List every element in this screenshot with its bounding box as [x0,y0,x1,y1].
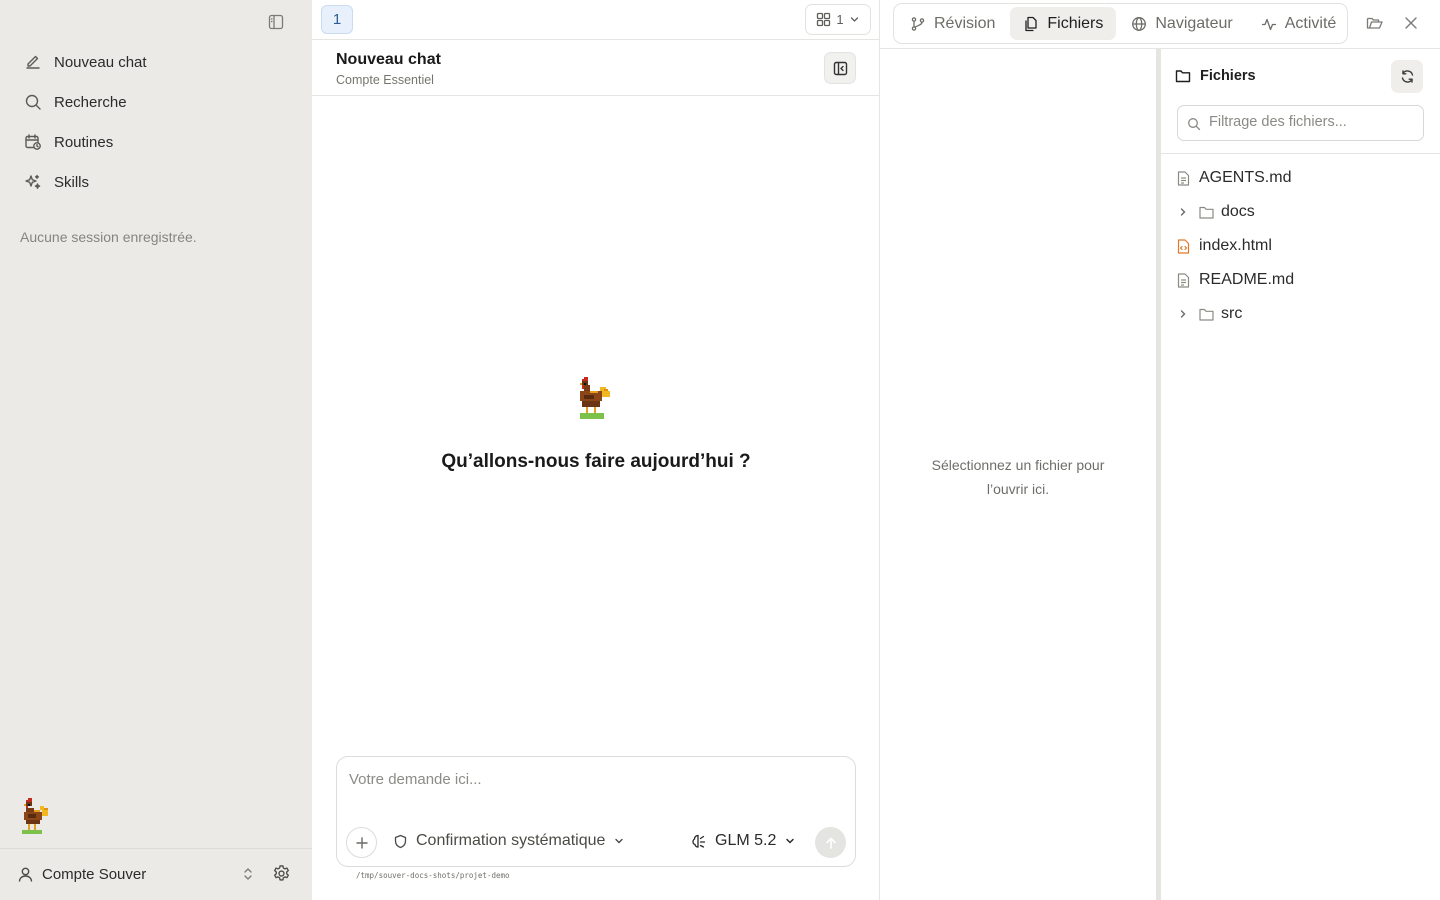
files-panel: Fichiers Filtrage des fichiers... AGENTS… [1161,48,1440,900]
chat-panel: 1 1 Nouveau chat Compte Essentiel Qu’all… [312,0,880,900]
refresh-icon [1400,69,1415,84]
file-tree: AGENTS.md docs index.html README.md src [1161,161,1440,331]
tree-item-name: AGENTS.md [1199,169,1292,186]
empty-sessions-text: Aucune session enregistrée. [20,229,197,245]
file-code-icon [1177,238,1191,254]
nav-skills[interactable]: Skills [12,162,300,202]
app-window: Nouveau chat Recherche Routines Skills A… [0,0,1440,900]
welcome-heading: Qu’allons-nous faire aujourd’hui ? [441,451,751,472]
tree-item-name: docs [1221,203,1255,220]
files-icon [1023,16,1039,32]
panel-toggle-button[interactable] [824,52,856,84]
account-name: Compte Souver [42,866,147,883]
send-button[interactable] [815,827,846,858]
model-label: GLM 5.2 [715,832,777,849]
folder-open-icon[interactable] [1366,14,1384,32]
account-switcher[interactable]: Compte Souver [0,866,232,883]
tab-revision[interactable]: Révision [897,7,1008,40]
tree-item-name: index.html [1199,237,1272,254]
folder-icon [1199,308,1214,321]
chat-title: Nouveau chat [336,51,441,68]
tab-label: Navigateur [1155,14,1233,32]
search-icon [24,93,42,111]
chevron-down-icon [849,14,860,25]
nav-label: Skills [54,173,90,191]
chat-tab-badge[interactable]: 1 [321,5,353,34]
file-text-icon [1177,272,1191,288]
chevron-down-icon [613,835,625,847]
chevron-down-icon [784,835,796,847]
tree-item-folder[interactable]: docs [1161,195,1440,229]
nav-label: Recherche [54,93,127,111]
nav-routines[interactable]: Routines [12,122,300,162]
arrow-up-icon [824,836,838,850]
tree-item-name: README.md [1199,271,1295,288]
grid-icon [816,12,831,27]
nav-search[interactable]: Recherche [12,82,300,122]
nav-new-chat[interactable]: Nouveau chat [12,42,300,82]
sidebar-footer: Compte Souver [0,848,312,900]
files-header: Fichiers [1175,68,1256,84]
model-brain-icon [691,833,707,849]
tab-activity[interactable]: Activité [1248,7,1350,40]
tree-item-name: src [1221,305,1243,322]
close-icon[interactable] [1403,15,1419,31]
chat-header: Nouveau chat Compte Essentiel [312,40,880,96]
files-divider [1161,153,1440,154]
shield-icon [393,834,408,849]
layout-grid-selector[interactable]: 1 [805,4,871,35]
search-icon [1187,117,1201,131]
workspace-path: /tmp/souver-docs-shots/projet-demo [356,871,510,880]
pencil-icon [24,53,42,71]
folder-icon [1199,206,1214,219]
chat-subtitle: Compte Essentiel [336,73,434,87]
composer: Confirmation systématique GLM 5.2 [336,756,856,867]
sidebar: Nouveau chat Recherche Routines Skills A… [0,0,312,900]
prompt-input[interactable] [349,771,839,788]
rooster-mascot-icon [18,798,56,838]
files-title: Fichiers [1200,68,1256,84]
file-filter-field [1177,105,1424,141]
tab-label: Activité [1284,14,1337,32]
folder-icon [1175,68,1191,84]
tree-item-file[interactable]: AGENTS.md [1161,161,1440,195]
grid-count: 1 [836,12,844,27]
globe-icon [1131,16,1147,32]
confirmation-mode-selector[interactable]: Confirmation systématique [393,832,625,850]
file-viewer: Sélectionnez un fichier pour l’ouvrir ic… [880,48,1156,900]
sidebar-nav: Nouveau chat Recherche Routines Skills [12,42,300,202]
calendar-clock-icon [24,133,42,151]
refresh-button[interactable] [1391,60,1423,93]
tab-files[interactable]: Fichiers [1010,7,1117,40]
viewer-empty-message: Sélectionnez un fichier pour l’ouvrir ic… [931,457,1105,497]
plus-icon [355,836,369,850]
nav-label: Nouveau chat [54,53,147,71]
add-attachment-button[interactable] [346,827,377,858]
tree-item-file[interactable]: index.html [1161,229,1440,263]
tree-item-folder[interactable]: src [1161,297,1440,331]
user-icon [17,866,34,883]
nav-label: Routines [54,133,114,151]
tab-browser[interactable]: Navigateur [1118,7,1245,40]
file-text-icon [1177,170,1191,186]
sparkles-icon [24,173,42,191]
sidebar-toggle-icon[interactable] [264,10,288,34]
tab-label: Fichiers [1047,14,1104,32]
panel-right-icon [833,61,848,76]
gear-icon[interactable] [272,864,291,883]
chevron-right-icon[interactable] [1175,309,1191,319]
right-panel: Révision Fichiers Navigateur Activité Sé… [880,0,1440,900]
confirmation-mode-label: Confirmation systématique [416,832,606,849]
activity-icon [1261,16,1277,32]
tab-label: Révision [934,14,996,32]
chevron-right-icon[interactable] [1175,207,1191,217]
file-filter-input[interactable] [1209,114,1414,130]
chevron-up-down-icon[interactable] [241,866,255,882]
git-branch-icon [910,16,926,32]
model-selector[interactable]: GLM 5.2 [691,832,796,850]
rooster-mascot-icon [576,377,618,423]
chat-topbar: 1 1 [312,0,880,40]
right-panel-tabs: Révision Fichiers Navigateur Activité [893,3,1348,44]
tree-item-file[interactable]: README.md [1161,263,1440,297]
